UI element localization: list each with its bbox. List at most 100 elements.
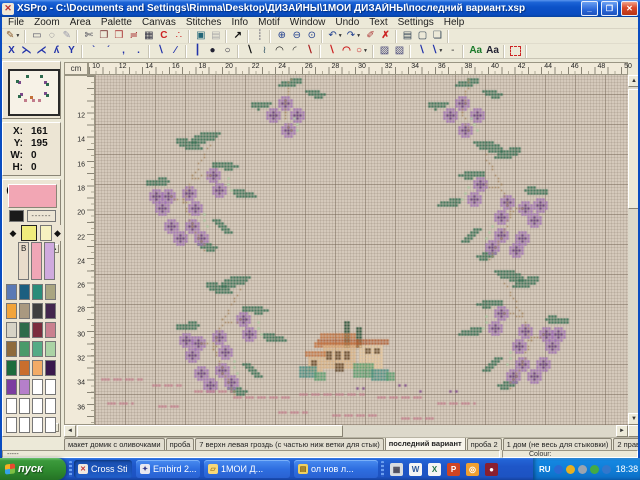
line-tool-2-button[interactable]: ∖▼ xyxy=(429,45,445,58)
palette-swatch[interactable] xyxy=(19,360,30,376)
palette-swatch[interactable] xyxy=(19,341,30,357)
vertical-stitch-button[interactable]: ┃ xyxy=(190,45,205,58)
pattern-canvas-area[interactable] xyxy=(95,75,628,425)
quick-launch-icon-6[interactable]: ● xyxy=(485,463,498,476)
navigator-preview[interactable] xyxy=(8,69,60,116)
rotate-motif-button[interactable]: C xyxy=(156,30,171,43)
palette-swatch[interactable] xyxy=(6,303,17,319)
quarter-stitch-nw-button[interactable]: ˋ xyxy=(86,45,101,58)
palette-swatch[interactable] xyxy=(6,398,17,414)
zoom-in-button[interactable]: ⊕ xyxy=(274,30,289,43)
redo-button[interactable]: ↷▼ xyxy=(345,30,363,43)
three-quarter-stitch-se-button[interactable]: Y xyxy=(64,45,79,58)
palette-swatch[interactable] xyxy=(32,379,43,395)
tray-icon-2[interactable] xyxy=(566,465,575,474)
pattern-tab-6[interactable]: 1 дом (не весь для стыковки) xyxy=(503,438,613,450)
pattern-tab-4[interactable]: последний вариант xyxy=(385,437,466,450)
taskbar-task-2[interactable]: ✦Embird 2... xyxy=(136,460,200,478)
palette-swatch[interactable] xyxy=(6,284,17,300)
guide-lines-button[interactable]: ┊ xyxy=(252,30,267,43)
zoom-actual-button[interactable]: ⊙ xyxy=(304,30,319,43)
palette-swatch[interactable] xyxy=(19,303,30,319)
tray-icon-4[interactable] xyxy=(590,465,599,474)
diamond-swatch-1[interactable]: ◆ xyxy=(7,225,19,241)
swap-motif-button[interactable]: ≓ xyxy=(126,30,141,43)
palette-swatch[interactable] xyxy=(32,341,43,357)
yellow-swatch-selected[interactable] xyxy=(21,225,37,241)
delete-stitches-button[interactable]: ✗ xyxy=(378,30,393,43)
menu-file[interactable]: File xyxy=(3,17,29,28)
palette-swatch[interactable] xyxy=(45,341,56,357)
curve-arc-button[interactable]: ◠ xyxy=(339,45,354,58)
selection-marquee-button[interactable] xyxy=(508,45,523,58)
line-none-button[interactable]: - xyxy=(445,45,460,58)
palette-swatch[interactable] xyxy=(45,303,56,319)
palette-swatch[interactable] xyxy=(32,398,43,414)
menu-help[interactable]: Help xyxy=(439,17,470,28)
palette-swatch[interactable] xyxy=(19,284,30,300)
quick-launch-icon-4[interactable]: P xyxy=(447,463,460,476)
zoom-out-button[interactable]: ⊖ xyxy=(289,30,304,43)
taskbar-task-1[interactable]: ✕Cross Sti... xyxy=(74,460,132,478)
menu-stitches[interactable]: Stitches xyxy=(181,17,227,28)
diamond-swatch-2[interactable]: ◆ xyxy=(53,225,62,241)
menu-info[interactable]: Info xyxy=(226,17,253,28)
pattern-tab-3[interactable]: 7 верхн левая гроздь (с частью ниж ветки… xyxy=(195,438,384,450)
quick-launch-icon-3[interactable]: X xyxy=(428,463,441,476)
pattern-tab-1[interactable]: макет домик с оливочками xyxy=(64,438,165,450)
copy-page-button[interactable]: ▤ xyxy=(400,30,415,43)
menu-undo[interactable]: Undo xyxy=(330,17,364,28)
close-button[interactable]: ✕ xyxy=(621,1,638,16)
copy-motif-button[interactable]: ❐ xyxy=(96,30,111,43)
select-freehand-button[interactable]: ✎ xyxy=(59,30,74,43)
paste-motif-button[interactable]: ❒ xyxy=(111,30,126,43)
curve-circle-button[interactable]: ○▼ xyxy=(354,45,370,58)
text-tool-black-button[interactable]: Aa xyxy=(484,45,501,58)
full-cross-stitch-button[interactable]: X xyxy=(4,45,19,58)
quick-launch-icon-5[interactable]: ◎ xyxy=(466,463,479,476)
scatter-motif-button[interactable]: ∴ xyxy=(171,30,186,43)
palette-swatch[interactable] xyxy=(45,360,56,376)
palette-swatch[interactable] xyxy=(32,303,43,319)
tray-icon-5[interactable] xyxy=(602,465,611,474)
tray-icon-1[interactable] xyxy=(554,465,563,474)
undo-button[interactable]: ↶▼ xyxy=(326,30,344,43)
preview-screen-button[interactable]: ▣ xyxy=(193,30,208,43)
pattern-tab-2[interactable]: проба xyxy=(166,438,195,450)
motif-library-2-button[interactable]: ▧ xyxy=(392,45,407,58)
quarter-stitch-ne-button[interactable]: ˊ xyxy=(101,45,116,58)
motif-library-1-button[interactable]: ▨ xyxy=(377,45,392,58)
backstitch-curve-button[interactable]: ◠ xyxy=(272,45,287,58)
palette-swatch[interactable] xyxy=(32,322,43,338)
palette-swatch[interactable] xyxy=(6,322,17,338)
menu-text[interactable]: Text xyxy=(364,17,392,28)
print-button[interactable]: ▤ xyxy=(208,30,223,43)
french-knot-button[interactable]: ● xyxy=(205,45,220,58)
menu-window[interactable]: Window xyxy=(285,17,331,28)
half-stitch-forward-button[interactable]: ∕ xyxy=(168,45,183,58)
select-lasso-button[interactable]: ◌ xyxy=(44,30,59,43)
palette-swatch[interactable] xyxy=(45,417,56,433)
line-tool-1-button[interactable]: ∖ xyxy=(414,45,429,58)
pale-yellow-swatch[interactable] xyxy=(40,225,52,241)
palette-swatch[interactable] xyxy=(45,322,56,338)
three-quarter-stitch-ne-button[interactable]: ⋌ xyxy=(34,45,49,58)
menu-settings[interactable]: Settings xyxy=(393,17,439,28)
pointer-arrow-button[interactable]: ↗ xyxy=(230,30,245,43)
palette-swatch[interactable] xyxy=(6,341,17,357)
three-quarter-stitch-nw-button[interactable]: ⋋ xyxy=(19,45,34,58)
taskbar-task-3[interactable]: ▱1МОИ Д... xyxy=(204,460,290,478)
three-quarter-stitch-sw-button[interactable]: ʎ xyxy=(49,45,64,58)
menu-palette[interactable]: Palette xyxy=(96,17,137,28)
select-rectangle-button[interactable]: ▭ xyxy=(29,30,44,43)
pencil-tool-button[interactable]: ✎▼ xyxy=(4,30,22,43)
edit-pen-button[interactable]: ✐ xyxy=(363,30,378,43)
quarter-stitch-sw-button[interactable]: , xyxy=(116,45,131,58)
text-tool-green-button[interactable]: Aa xyxy=(467,45,484,58)
import-page-button[interactable]: ❏ xyxy=(430,30,445,43)
tray-icon-3[interactable] xyxy=(578,465,587,474)
palette-swatch[interactable] xyxy=(6,360,17,376)
taskbar-task-4[interactable]: ▤ол нов л... xyxy=(294,460,378,478)
quarter-stitch-se-button[interactable]: . xyxy=(131,45,146,58)
tall-swatch-3[interactable] xyxy=(44,242,55,280)
